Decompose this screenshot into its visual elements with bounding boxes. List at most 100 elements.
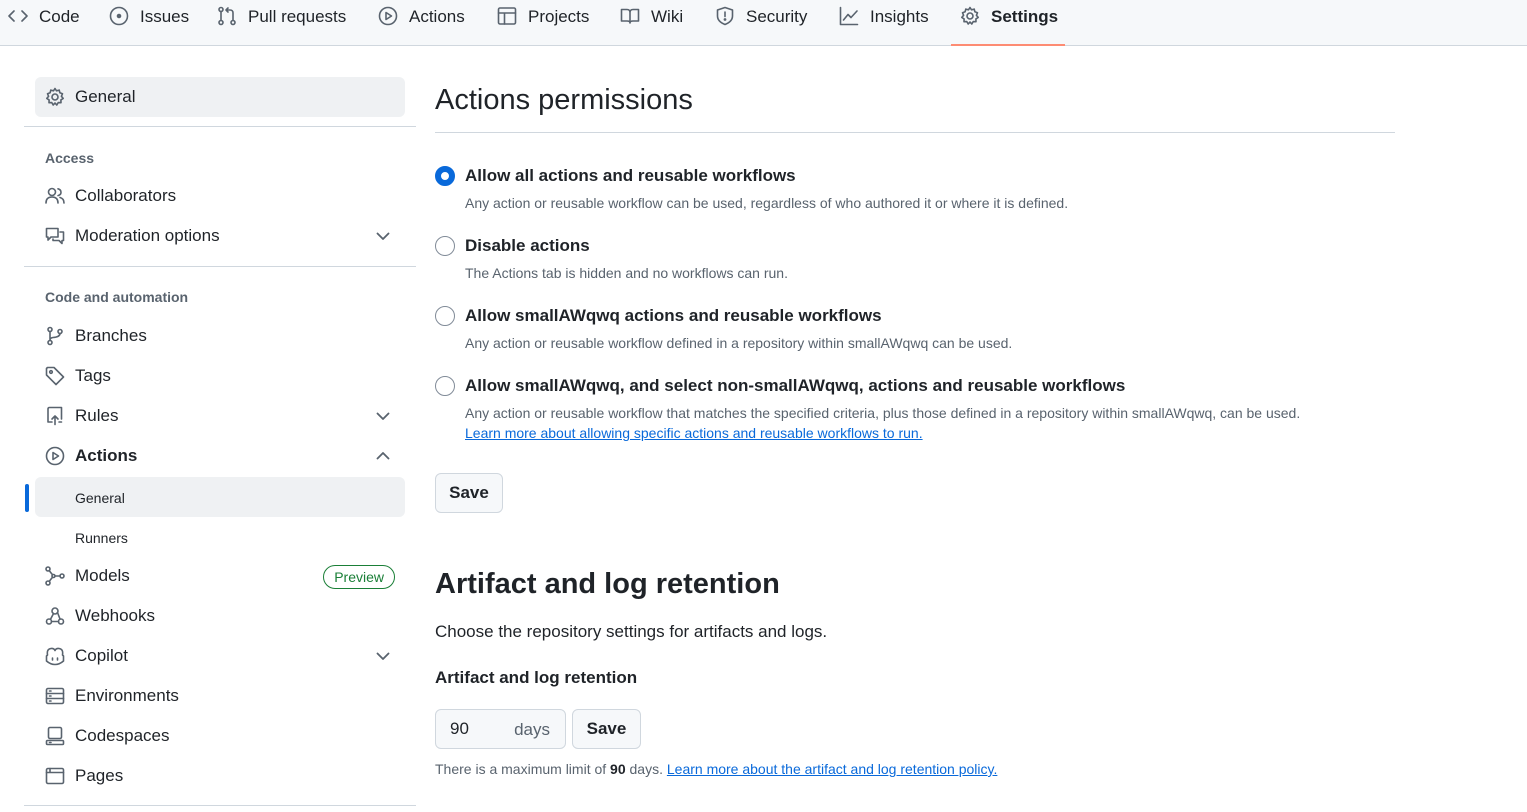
code-icon: [8, 10, 28, 22]
radio-disable-actions[interactable]: [435, 236, 455, 256]
sidebar-item-label: Models: [75, 566, 130, 585]
sidebar-item-label: Tags: [75, 366, 111, 385]
chevron-down-icon[interactable]: [373, 646, 393, 666]
table-icon: [497, 7, 517, 25]
sidebar-item-general[interactable]: General: [35, 77, 405, 117]
sidebar-item-collaborators[interactable]: Collaborators: [35, 176, 405, 216]
sidebar-item-copilot[interactable]: Copilot: [35, 636, 405, 676]
graph-icon: [839, 6, 859, 26]
comment-discussion-icon: [45, 226, 65, 246]
sidebar-item-branches[interactable]: Branches: [35, 316, 405, 356]
sidebar-item-models[interactable]: Models Preview: [35, 556, 405, 596]
retention-days-field[interactable]: days: [435, 709, 566, 749]
option-allow-org[interactable]: Allow smallAWqwq actions and reusable wo…: [435, 305, 1395, 355]
repo-nav: Code Issues Pull requests Actions Projec…: [0, 0, 1527, 46]
tab-projects[interactable]: Projects: [497, 0, 589, 46]
git-branch-icon: [45, 326, 65, 346]
active-item-indicator: [25, 484, 29, 512]
preview-badge: Preview: [323, 565, 395, 589]
tab-issues[interactable]: Issues: [109, 0, 189, 46]
sidebar-item-label: Actions: [75, 446, 138, 465]
option-description: Any action or reusable workflow defined …: [465, 335, 1013, 351]
server-icon: [45, 686, 65, 706]
option-disable-actions[interactable]: Disable actions The Actions tab is hidde…: [435, 235, 1395, 285]
issue-opened-icon: [109, 6, 129, 26]
page-title: Actions permissions: [435, 84, 693, 116]
sidebar-item-label: Branches: [75, 326, 147, 345]
note-prefix: There is a maximum limit of: [435, 761, 607, 777]
tab-actions[interactable]: Actions: [378, 0, 465, 46]
tab-label: Wiki: [651, 7, 684, 26]
sidebar-item-label: Rules: [75, 406, 119, 425]
sidebar-item-label: General: [75, 87, 136, 106]
tab-wiki[interactable]: Wiki: [620, 0, 683, 46]
tab-pull-requests[interactable]: Pull requests: [217, 0, 346, 46]
retention-description: Choose the repository settings for artif…: [435, 622, 828, 641]
tag-icon: [45, 366, 65, 386]
people-icon: [45, 186, 65, 206]
repo-push-icon: [45, 406, 65, 426]
sidebar-divider: [24, 805, 416, 806]
sidebar-item-environments[interactable]: Environments: [35, 676, 405, 716]
option-description: Any action or reusable workflow can be u…: [465, 195, 1069, 211]
retention-title: Artifact and log retention: [435, 568, 780, 600]
option-label: Allow smallAWqwq actions and reusable wo…: [465, 306, 882, 325]
sidebar-item-label: Copilot: [75, 646, 128, 665]
sidebar-item-label: Codespaces: [75, 726, 170, 745]
tab-insights[interactable]: Insights: [839, 0, 929, 46]
option-description: Any action or reusable workflow that mat…: [465, 405, 1301, 421]
shield-icon: [716, 6, 734, 26]
radio-allow-org[interactable]: [435, 306, 455, 326]
tab-label: Projects: [528, 7, 590, 26]
sidebar-item-label: Pages: [75, 766, 124, 785]
sidebar-item-actions[interactable]: Actions: [35, 436, 405, 476]
option-label: Disable actions: [465, 236, 590, 255]
learn-more-retention-link[interactable]: Learn more about the artifact and log re…: [667, 761, 998, 777]
sidebar-item-pages[interactable]: Pages: [35, 756, 405, 796]
learn-more-specific-actions-link[interactable]: Learn more about allowing specific actio…: [465, 423, 923, 443]
sidebar-item-moderation-options[interactable]: Moderation options: [35, 216, 405, 256]
sidebar-item-actions-general[interactable]: General: [35, 477, 405, 517]
sidebar-item-label: Collaborators: [75, 186, 177, 205]
settings-sidebar: General Access Collaborators Moderation …: [0, 46, 420, 812]
sidebar-item-tags[interactable]: Tags: [35, 356, 405, 396]
browser-icon: [45, 766, 65, 786]
radio-allow-select[interactable]: [435, 376, 455, 396]
tab-label: Settings: [991, 7, 1059, 26]
sidebar-item-codespaces[interactable]: Codespaces: [35, 716, 405, 756]
sidebar-divider: [24, 266, 416, 267]
save-permissions-button[interactable]: Save: [435, 473, 503, 513]
option-allow-all[interactable]: Allow all actions and reusable workflows…: [435, 165, 1395, 215]
sidebar-item-label: General: [75, 490, 125, 506]
retention-days-input[interactable]: [450, 719, 500, 739]
play-icon: [45, 446, 65, 466]
tab-label: Pull requests: [248, 7, 347, 26]
tab-code[interactable]: Code: [8, 0, 80, 46]
sidebar-item-label: Environments: [75, 686, 179, 705]
tab-label: Security: [746, 7, 808, 26]
webhook-icon: [45, 606, 65, 626]
sidebar-heading-access: Access: [45, 150, 95, 166]
sidebar-item-rules[interactable]: Rules: [35, 396, 405, 436]
sidebar-divider: [24, 126, 416, 127]
chevron-down-icon[interactable]: [373, 226, 393, 246]
option-allow-select[interactable]: Allow smallAWqwq, and select non-smallAW…: [435, 375, 1395, 445]
sidebar-item-actions-runners[interactable]: Runners: [35, 517, 405, 557]
tab-label: Actions: [409, 7, 465, 26]
radio-allow-all[interactable]: [435, 166, 455, 186]
sidebar-item-webhooks[interactable]: Webhooks: [35, 596, 405, 636]
retention-field-label: Artifact and log retention: [435, 668, 638, 687]
note-limit: 90: [610, 761, 626, 777]
copilot-icon: [45, 646, 65, 666]
active-tab-indicator: [951, 44, 1065, 46]
chevron-down-icon[interactable]: [373, 406, 393, 426]
sidebar-item-label: Runners: [75, 530, 128, 546]
ai-model-icon: [45, 566, 65, 586]
tab-security[interactable]: Security: [715, 0, 807, 46]
chevron-up-icon[interactable]: [373, 446, 393, 466]
save-retention-button[interactable]: Save: [572, 709, 641, 749]
tab-settings[interactable]: Settings: [960, 0, 1058, 46]
days-unit-label: days: [514, 720, 550, 739]
title-divider: [435, 132, 1395, 133]
sidebar-item-label: Webhooks: [75, 606, 156, 625]
